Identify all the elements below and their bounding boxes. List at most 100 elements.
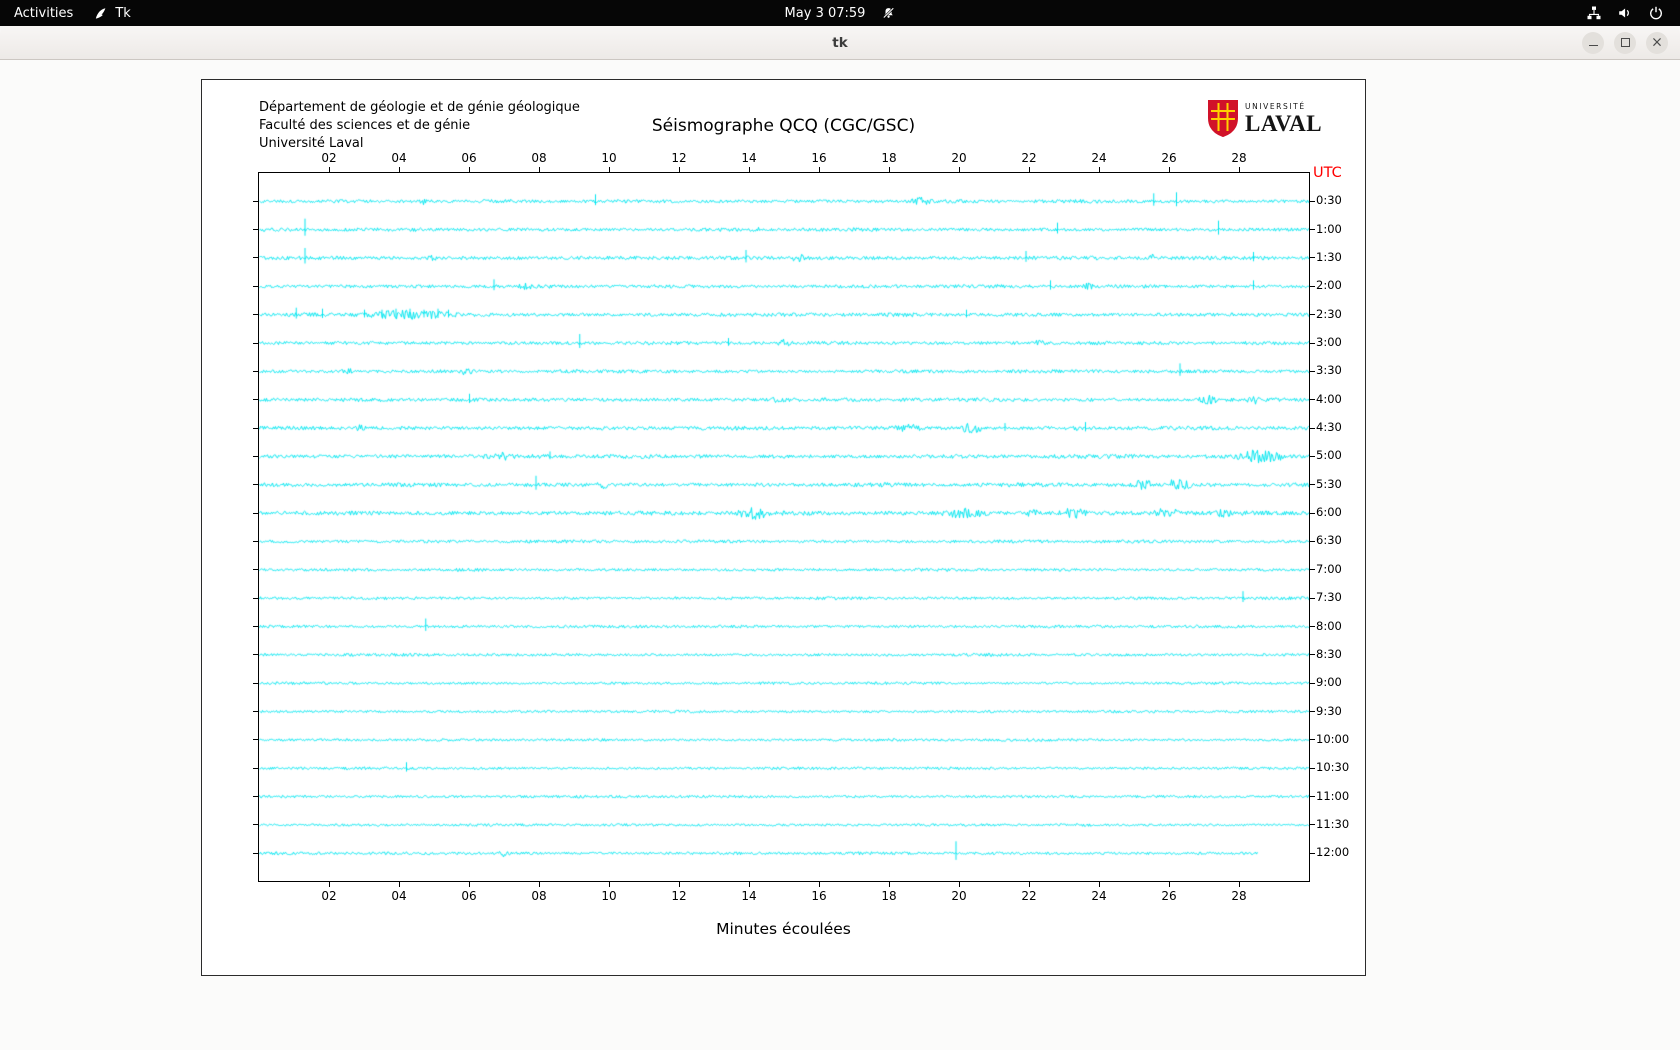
x-tick-label-top: 02 bbox=[321, 151, 337, 165]
trace-tick-left bbox=[253, 711, 258, 713]
x-tick-label-top: 12 bbox=[671, 151, 687, 165]
trace-time-label: 9:30 bbox=[1316, 703, 1342, 718]
activities-label: Activities bbox=[14, 5, 74, 21]
x-tick-mark-top bbox=[749, 167, 750, 172]
x-tick-mark-top bbox=[1239, 167, 1240, 172]
trace-time-label: 10:00 bbox=[1316, 731, 1350, 746]
plot-title: Séismographe QCQ (CGC/GSC) bbox=[651, 116, 916, 136]
maximize-button[interactable] bbox=[1614, 31, 1636, 54]
x-tick-mark-bottom bbox=[749, 882, 750, 887]
power-icon bbox=[1650, 6, 1662, 20]
trace-tick-left bbox=[253, 824, 258, 826]
x-tick-mark-bottom bbox=[609, 882, 610, 887]
trace-time-label: 4:00 bbox=[1316, 391, 1342, 406]
trace-tick-left bbox=[253, 739, 258, 741]
trace-tick-right bbox=[1310, 711, 1315, 713]
trace-tick-right bbox=[1310, 314, 1315, 316]
trace-tick-right bbox=[1310, 852, 1315, 854]
minimize-button[interactable] bbox=[1582, 31, 1604, 54]
x-tick-mark-bottom bbox=[1029, 882, 1030, 887]
x-tick-mark-bottom bbox=[329, 882, 330, 887]
trace-time-label: 6:30 bbox=[1316, 533, 1342, 548]
laval-shield-icon bbox=[1208, 100, 1238, 137]
trace-tick-right bbox=[1310, 540, 1315, 542]
trace-tick-left bbox=[253, 342, 258, 344]
x-tick-label-bottom: 16 bbox=[811, 889, 827, 903]
trace-time-label: 10:30 bbox=[1316, 760, 1350, 775]
x-tick-mark-top bbox=[539, 167, 540, 172]
x-tick-mark-top bbox=[1169, 167, 1170, 172]
trace-tick-left bbox=[253, 200, 258, 202]
app-menu[interactable]: Tk bbox=[93, 0, 131, 26]
x-tick-label-bottom: 26 bbox=[1161, 889, 1177, 903]
x-tick-mark-bottom bbox=[959, 882, 960, 887]
window-controls: × bbox=[1582, 31, 1668, 54]
trace-time-label: 1:30 bbox=[1316, 249, 1342, 264]
minimize-icon bbox=[1588, 44, 1598, 47]
trace-tick-right bbox=[1310, 682, 1315, 684]
x-tick-mark-top bbox=[609, 167, 610, 172]
laval-logo-text: UNIVERSITÉ LAVAL bbox=[1245, 102, 1322, 135]
trace-tick-left bbox=[253, 569, 258, 571]
x-tick-label-bottom: 06 bbox=[461, 889, 477, 903]
x-tick-mark-top bbox=[399, 167, 400, 172]
seismogram-traces bbox=[259, 173, 1309, 881]
close-icon: × bbox=[1651, 34, 1663, 50]
trace-time-label: 2:30 bbox=[1316, 306, 1342, 321]
top-bar: Activities Tk May 3 07:59 bbox=[0, 0, 1680, 26]
x-tick-mark-bottom bbox=[469, 882, 470, 887]
trace-tick-left bbox=[253, 540, 258, 542]
window-titlebar[interactable]: tk × bbox=[0, 26, 1680, 60]
trace-tick-right bbox=[1310, 342, 1315, 344]
system-status-menu[interactable] bbox=[1586, 5, 1680, 21]
trace-tick-right bbox=[1310, 455, 1315, 457]
x-tick-mark-top bbox=[679, 167, 680, 172]
network-share-icon bbox=[1587, 6, 1601, 20]
trace-time-label: 9:00 bbox=[1316, 675, 1342, 690]
x-tick-label-bottom: 22 bbox=[1021, 889, 1037, 903]
volume-icon bbox=[1619, 8, 1629, 18]
trace-time-label: 6:00 bbox=[1316, 505, 1342, 520]
x-tick-label-top: 22 bbox=[1021, 151, 1037, 165]
trace-time-label: 7:30 bbox=[1316, 590, 1342, 605]
trace-tick-right bbox=[1310, 824, 1315, 826]
x-tick-label-top: 16 bbox=[811, 151, 827, 165]
trace-time-label: 0:30 bbox=[1316, 193, 1342, 208]
x-tick-label-top: 14 bbox=[741, 151, 757, 165]
trace-tick-right bbox=[1310, 257, 1315, 259]
x-tick-label-bottom: 14 bbox=[741, 889, 757, 903]
trace-time-label: 1:00 bbox=[1316, 221, 1342, 236]
x-tick-mark-bottom bbox=[1099, 882, 1100, 887]
trace-tick-left bbox=[253, 796, 258, 798]
activities-button[interactable]: Activities bbox=[14, 0, 73, 26]
trace-time-label: 5:00 bbox=[1316, 448, 1342, 463]
trace-tick-left bbox=[253, 626, 258, 628]
trace-tick-left bbox=[253, 370, 258, 372]
trace-tick-right bbox=[1310, 767, 1315, 769]
trace-tick-left bbox=[253, 484, 258, 486]
header-line-1: Département de géologie et de génie géol… bbox=[259, 100, 580, 115]
trace-tick-left bbox=[253, 427, 258, 429]
trace-tick-right bbox=[1310, 200, 1315, 202]
trace-time-label: 2:00 bbox=[1316, 278, 1342, 293]
trace-time-label: 12:00 bbox=[1316, 845, 1350, 860]
trace-tick-left bbox=[253, 285, 258, 287]
x-tick-label-bottom: 18 bbox=[881, 889, 897, 903]
trace-tick-right bbox=[1310, 229, 1315, 231]
trace-tick-left bbox=[253, 512, 258, 514]
trace-tick-left bbox=[253, 852, 258, 854]
close-button[interactable]: × bbox=[1646, 31, 1668, 54]
clock-menu[interactable]: May 3 07:59 bbox=[785, 0, 896, 26]
app-menu-label: Tk bbox=[115, 5, 131, 21]
trace-tick-left bbox=[253, 455, 258, 457]
x-tick-mark-top bbox=[329, 167, 330, 172]
trace-tick-left bbox=[253, 314, 258, 316]
x-tick-mark-bottom bbox=[679, 882, 680, 887]
x-tick-mark-bottom bbox=[889, 882, 890, 887]
x-tick-mark-top bbox=[1099, 167, 1100, 172]
x-tick-label-top: 24 bbox=[1091, 151, 1107, 165]
x-tick-label-bottom: 28 bbox=[1231, 889, 1247, 903]
trace-time-label: 7:00 bbox=[1316, 561, 1342, 576]
trace-tick-right bbox=[1310, 796, 1315, 798]
trace-tick-left bbox=[253, 257, 258, 259]
